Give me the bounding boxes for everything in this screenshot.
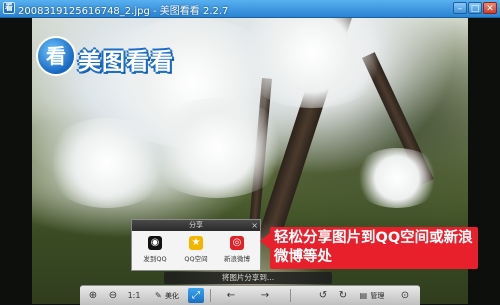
weibo-eye-icon: ◎ <box>230 236 244 250</box>
bottom-toolbar: ⊕ ⊖ 1:1 ✎ 美化 ⤢ ← → ↺ ↻ ▤ 管理 ⊙ <box>80 285 420 305</box>
share-panel-title: 分享 <box>189 221 203 229</box>
zoom-in-button[interactable]: ⊕ <box>86 288 100 303</box>
share-panel-close-button[interactable]: × <box>251 220 258 231</box>
app-window: 看 20083191256167​48_2.jpg - 美图看看 2.2.7 –… <box>0 0 500 305</box>
minimize-button[interactable]: – <box>453 2 467 14</box>
actual-size-button[interactable]: 1:1 <box>126 288 142 303</box>
share-item-label: QQ空间 <box>184 255 208 263</box>
maximize-button[interactable]: □ <box>468 2 482 14</box>
share-item-label: 发到QQ <box>143 255 167 263</box>
meitu-logo: 看 美图看看 <box>36 36 206 84</box>
share-to-weibo-button[interactable]: ◎ 新浪微博 <box>217 234 257 268</box>
share-button[interactable]: ⤢ <box>188 288 204 303</box>
app-logo-icon: 看 <box>3 2 15 14</box>
next-image-button[interactable]: → <box>258 288 272 303</box>
rotate-right-button[interactable]: ↻ <box>336 288 350 303</box>
feature-callout: 轻松分享图片到QQ空间或新浪微博等处 <box>270 227 478 269</box>
share-panel-header: 分享 × <box>132 220 260 231</box>
blossom-cluster <box>352 148 442 208</box>
toolbar-divider <box>210 289 211 302</box>
more-options-button[interactable]: ⊙ <box>398 288 412 303</box>
previous-image-button[interactable]: ← <box>224 288 238 303</box>
toolbar-divider <box>290 289 291 302</box>
logo-text: 美图看看 <box>78 49 174 75</box>
qq-penguin-icon: ◉ <box>148 236 162 250</box>
blossom-cluster <box>142 98 292 198</box>
qzone-star-icon: ★ <box>189 236 203 250</box>
window-title: 20083191256167​48_2.jpg - 美图看看 2.2.7 <box>18 6 229 17</box>
share-to-qzone-button[interactable]: ★ QQ空间 <box>176 234 216 268</box>
rotate-left-button[interactable]: ↺ <box>316 288 330 303</box>
close-button[interactable]: ✕ <box>483 2 497 14</box>
share-item-label: 新浪微博 <box>224 255 250 263</box>
share-to-qq-button[interactable]: ◉ 发到QQ <box>135 234 175 268</box>
beautify-label: 美化 <box>164 292 179 300</box>
zoom-out-button[interactable]: ⊖ <box>106 288 120 303</box>
logo-eye-icon: 看 <box>36 36 76 76</box>
beautify-button[interactable]: ✎ 美化 <box>150 288 184 303</box>
folder-icon: ▤ <box>359 291 368 300</box>
share-hint-tooltip: 将图片分享到... <box>164 272 332 284</box>
share-panel: 分享 × ◉ 发到QQ ★ QQ空间 ◎ 新浪微博 <box>131 219 261 271</box>
pen-icon: ✎ <box>155 291 162 300</box>
manage-label: 管理 <box>370 292 385 300</box>
manage-button[interactable]: ▤ 管理 <box>358 288 386 303</box>
title-bar[interactable]: 看 20083191256167​48_2.jpg - 美图看看 2.2.7 –… <box>0 0 500 18</box>
